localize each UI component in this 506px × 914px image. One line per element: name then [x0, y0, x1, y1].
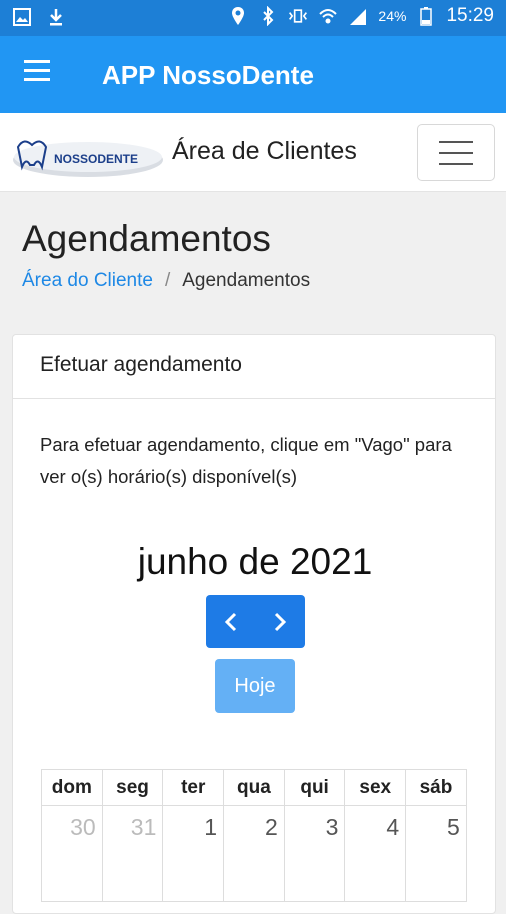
card-header: Efetuar agendamento [13, 335, 495, 399]
brand-title: Área de Clientes [172, 137, 357, 165]
weekday-header: qui [283, 769, 346, 806]
download-notification-icon [50, 9, 62, 26]
calendar-day-cell[interactable]: 3 [283, 805, 346, 902]
weekday-header: sex [344, 769, 407, 806]
weekday-header: qua [223, 769, 285, 806]
breadcrumb-current: Agendamentos [182, 270, 311, 291]
calendar-week-row: 30 31 1 2 3 4 5 [41, 805, 467, 902]
weekday-header: ter [162, 769, 225, 806]
weekday-header: sáb [405, 769, 467, 806]
chevron-right-icon [275, 612, 287, 631]
svg-text:NOSSODENTE: NOSSODENTE [54, 152, 138, 166]
next-month-button[interactable] [256, 595, 306, 648]
booking-instructions: Para efetuar agendamento, clique em "Vag… [40, 434, 452, 487]
breadcrumb-separator: / [164, 270, 171, 291]
app-title: APP NossoDente [102, 60, 314, 90]
vibrate-mode-icon [289, 9, 308, 23]
calendar-day-cell[interactable]: 30 [41, 805, 103, 902]
booking-card: Efetuar agendamento Para efetuar agendam… [12, 334, 496, 914]
breadcrumb-home-link[interactable]: Área do Cliente [22, 270, 153, 292]
chevron-left-icon [224, 612, 236, 631]
weekday-header: seg [101, 769, 164, 806]
calendar-day-cell[interactable]: 31 [101, 805, 164, 902]
calendar-day-cell[interactable]: 1 [162, 805, 225, 902]
breadcrumb: Área do Cliente / Agendamentos [22, 270, 310, 292]
wifi-icon [319, 9, 338, 24]
gallery-notification-icon [13, 8, 31, 26]
prev-month-button[interactable] [206, 595, 256, 648]
calendar-day-cell[interactable]: 2 [223, 805, 285, 902]
hamburger-menu-icon[interactable] [22, 60, 56, 90]
today-button[interactable]: Hoje [215, 659, 295, 713]
status-bar: 24% 15:29 [0, 0, 506, 36]
clock: 15:29 [446, 5, 494, 26]
weekday-header: dom [41, 769, 103, 806]
navbar-toggle-button[interactable] [417, 124, 495, 181]
calendar-day-cell[interactable]: 4 [344, 805, 407, 902]
app-bar: APP NossoDente [0, 36, 506, 113]
calendar-grid: dom seg ter qua qui sex sáb 30 31 1 2 3 … [41, 769, 467, 902]
calendar-month-title: junho de 2021 [137, 541, 373, 582]
battery-percentage: 24% [378, 8, 407, 24]
calendar-nav-group [206, 595, 305, 648]
weekday-header-row: dom seg ter qua qui sex sáb [41, 769, 467, 806]
signal-icon [350, 9, 367, 25]
site-navbar: NOSSODENTE Área de Clientes [0, 113, 506, 192]
bluetooth-icon [263, 6, 274, 26]
nossodente-logo[interactable]: NOSSODENTE [10, 127, 164, 181]
location-icon [232, 7, 245, 25]
page-title: Agendamentos [22, 218, 271, 259]
calendar-day-cell[interactable]: 5 [405, 805, 467, 902]
battery-icon [420, 7, 433, 26]
